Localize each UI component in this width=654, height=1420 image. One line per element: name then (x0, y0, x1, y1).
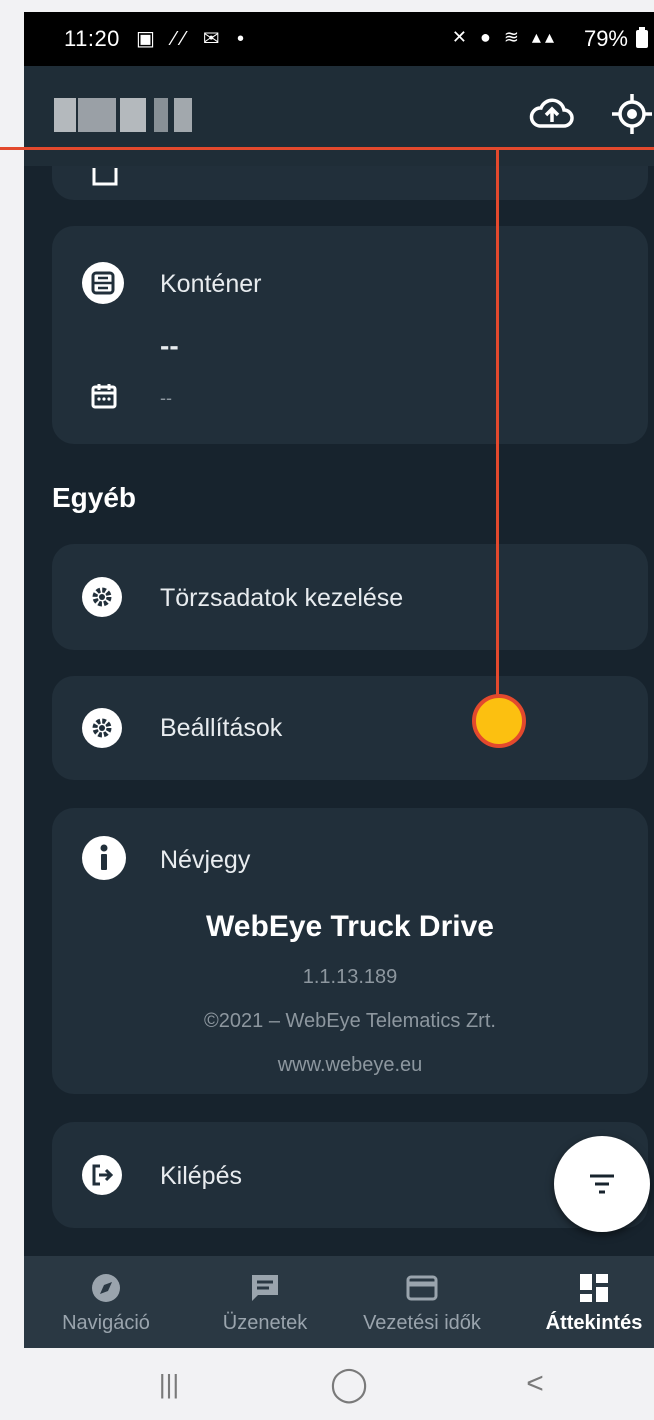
phone-screen: 11:20 ▣ ⁄⁄ ✉ • ✕ ● ≋ ▴▴ 79% Konténer -- … (24, 12, 654, 1420)
cloud-upload-icon[interactable] (528, 94, 576, 134)
battery-level: 79% (583, 26, 628, 51)
notification-icons: ▣ ⁄⁄ ✉ • (136, 28, 251, 50)
menu-logout-label: Kilépés (160, 1162, 242, 1190)
info-icon (82, 836, 126, 880)
about-copyright: ©2021 – WebEye Telematics Zrt. (204, 1010, 496, 1032)
card-icon (406, 1275, 438, 1301)
menu-master-data-label: Törzsadatok kezelése (160, 584, 404, 612)
logout-icon (82, 1155, 122, 1195)
calendar-icon (91, 384, 117, 409)
nav-label-overview: Áttekintés (545, 1312, 643, 1334)
nav-item-driving-times[interactable]: Vezetési idők (342, 1256, 502, 1348)
about-website[interactable]: www.webeye.eu (52, 1054, 648, 1077)
gear-icon (82, 708, 122, 748)
gear-icon (82, 577, 122, 617)
filter-icon (590, 1174, 614, 1194)
compass-icon (92, 1274, 120, 1302)
battery-icon (636, 27, 648, 48)
checkbox-icon (92, 168, 118, 186)
annotation-tap-marker (472, 694, 526, 748)
nav-item-messages[interactable]: Üzenetek (190, 1256, 340, 1348)
container-title: Konténer (160, 270, 262, 298)
section-title-other: Egyéb (52, 482, 137, 513)
bottom-navigation: Navigáció Üzenetek Vezetési idők Áttekin… (24, 1256, 654, 1348)
overview-scroll-content[interactable]: Konténer -- -- Egyéb Törzsadatok kezelés… (24, 166, 654, 1256)
nav-item-overview[interactable]: Áttekintés (536, 1256, 652, 1348)
status-time: 11:20 (64, 26, 120, 51)
filter-fab-button[interactable] (554, 1136, 650, 1232)
back-button[interactable]: < (480, 1348, 590, 1420)
previous-card (52, 166, 648, 200)
nav-label-driving-times: Vezetési idők (363, 1312, 481, 1334)
container-icon (82, 262, 124, 304)
nav-label-navigation: Navigáció (62, 1312, 150, 1334)
home-button[interactable]: ◯ (294, 1348, 404, 1420)
message-icon (252, 1275, 278, 1301)
container-date: -- (160, 388, 172, 408)
nav-label-messages: Üzenetek (222, 1312, 308, 1334)
blurred-app-title (54, 98, 194, 132)
container-card: Konténer -- -- (52, 226, 648, 444)
system-navigation-bar: ||| ◯ < (24, 1348, 654, 1420)
about-app-name: WebEye Truck Drive (206, 910, 494, 943)
status-bar: 11:20 ▣ ⁄⁄ ✉ • ✕ ● ≋ ▴▴ 79% (24, 12, 654, 66)
gps-target-icon[interactable] (608, 90, 654, 138)
menu-settings[interactable]: Beállítások (52, 676, 648, 780)
nav-item-navigation[interactable]: Navigáció (24, 1256, 188, 1348)
about-version: 1.1.13.189 (302, 966, 398, 988)
signal-icons: ✕ ● ≋ ▴▴ (451, 27, 558, 47)
about-card[interactable]: Névjegy WebEye Truck Drive 1.1.13.189 ©2… (52, 808, 648, 1094)
about-label: Névjegy (160, 846, 251, 874)
dashboard-icon (580, 1274, 608, 1302)
menu-settings-label: Beállítások (160, 714, 283, 742)
recents-button[interactable]: ||| (114, 1348, 224, 1420)
menu-master-data[interactable]: Törzsadatok kezelése (52, 544, 648, 650)
app-bar (24, 66, 654, 166)
annotation-line-vertical (496, 147, 499, 697)
container-value: -- (160, 330, 179, 361)
annotation-line-horizontal (0, 147, 654, 150)
